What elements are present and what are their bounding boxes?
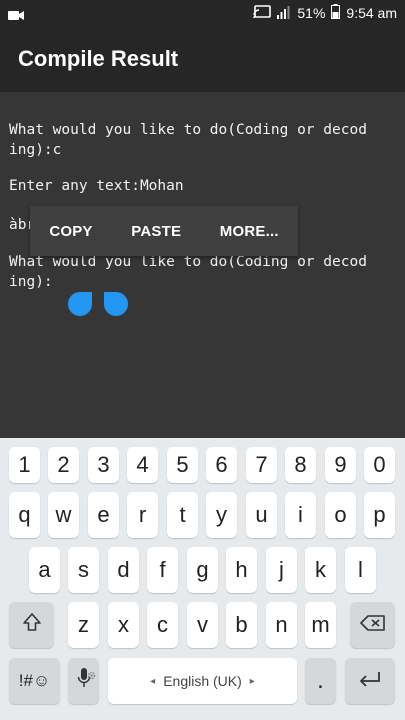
settings-icon bbox=[87, 660, 96, 686]
key-p[interactable]: p bbox=[364, 492, 395, 538]
clock: 9:54 am bbox=[346, 5, 397, 21]
key-g[interactable]: g bbox=[187, 547, 218, 593]
enter-icon bbox=[357, 668, 383, 694]
voice-input-key[interactable] bbox=[68, 658, 99, 704]
key-i[interactable]: i bbox=[285, 492, 316, 538]
key-m[interactable]: m bbox=[305, 602, 336, 648]
output-line: What would you like to do(Coding or deco… bbox=[9, 254, 367, 270]
key-w[interactable]: w bbox=[48, 492, 79, 538]
key-7[interactable]: 7 bbox=[246, 447, 277, 483]
battery-percent: 51% bbox=[297, 5, 326, 21]
chevron-right-icon: ▸ bbox=[249, 675, 255, 687]
key-s[interactable]: s bbox=[68, 547, 99, 593]
key-v[interactable]: v bbox=[187, 602, 218, 648]
output-line: Enter any text:Mohan bbox=[9, 178, 184, 194]
key-9[interactable]: 9 bbox=[325, 447, 356, 483]
key-l[interactable]: l bbox=[345, 547, 376, 593]
enter-key[interactable] bbox=[345, 658, 395, 704]
key-k[interactable]: k bbox=[305, 547, 336, 593]
period-key[interactable]: . bbox=[305, 658, 336, 704]
key-z[interactable]: z bbox=[68, 602, 99, 648]
key-h[interactable]: h bbox=[226, 547, 257, 593]
paste-button[interactable]: PASTE bbox=[127, 223, 185, 240]
key-e[interactable]: e bbox=[88, 492, 119, 538]
selection-handle-end[interactable] bbox=[104, 292, 128, 316]
output-line: ing): bbox=[9, 274, 53, 290]
output-line: ing):c bbox=[9, 142, 62, 158]
keyboard: 1 2 3 4 5 6 7 8 9 0 q w e r t y u i o p … bbox=[0, 438, 405, 720]
language-label: English (UK) bbox=[163, 673, 242, 689]
text-selection-menu: COPY PASTE MORE... bbox=[30, 206, 298, 256]
key-6[interactable]: 6 bbox=[206, 447, 237, 483]
cast-icon bbox=[253, 4, 272, 22]
key-c[interactable]: c bbox=[147, 602, 178, 648]
selection-handle-start[interactable] bbox=[68, 292, 92, 316]
backspace-key[interactable] bbox=[350, 602, 395, 648]
key-q[interactable]: q bbox=[9, 492, 40, 538]
copy-button[interactable]: COPY bbox=[45, 223, 96, 240]
key-b[interactable]: b bbox=[226, 602, 257, 648]
space-key[interactable]: ◂ English (UK) ▸ bbox=[108, 658, 297, 704]
key-d[interactable]: d bbox=[108, 547, 139, 593]
key-f[interactable]: f bbox=[147, 547, 178, 593]
key-0[interactable]: 0 bbox=[364, 447, 395, 483]
battery-icon bbox=[331, 4, 341, 22]
key-r[interactable]: r bbox=[127, 492, 158, 538]
video-icon bbox=[8, 6, 24, 25]
page-title: Compile Result bbox=[18, 46, 179, 71]
key-5[interactable]: 5 bbox=[167, 447, 198, 483]
key-4[interactable]: 4 bbox=[127, 447, 158, 483]
shift-icon bbox=[22, 612, 42, 638]
backspace-icon bbox=[359, 612, 386, 638]
key-1[interactable]: 1 bbox=[9, 447, 40, 483]
key-y[interactable]: y bbox=[206, 492, 237, 538]
key-o[interactable]: o bbox=[325, 492, 356, 538]
key-3[interactable]: 3 bbox=[88, 447, 119, 483]
key-x[interactable]: x bbox=[108, 602, 139, 648]
key-a[interactable]: a bbox=[29, 547, 60, 593]
symbols-key[interactable]: !#☺ bbox=[9, 658, 60, 704]
more-button[interactable]: MORE... bbox=[216, 223, 283, 240]
key-j[interactable]: j bbox=[266, 547, 297, 593]
compile-output[interactable]: What would you like to do(Coding or deco… bbox=[0, 92, 405, 438]
app-bar: Compile Result bbox=[0, 28, 405, 92]
signal-icon bbox=[277, 5, 291, 22]
key-8[interactable]: 8 bbox=[285, 447, 316, 483]
key-2[interactable]: 2 bbox=[48, 447, 79, 483]
chevron-left-icon: ◂ bbox=[150, 675, 156, 687]
key-n[interactable]: n bbox=[266, 602, 297, 648]
key-t[interactable]: t bbox=[167, 492, 198, 538]
key-u[interactable]: u bbox=[246, 492, 277, 538]
output-line: What would you like to do(Coding or deco… bbox=[9, 122, 367, 138]
status-bar: 51% 9:54 am bbox=[0, 0, 405, 28]
shift-key[interactable] bbox=[9, 602, 54, 648]
